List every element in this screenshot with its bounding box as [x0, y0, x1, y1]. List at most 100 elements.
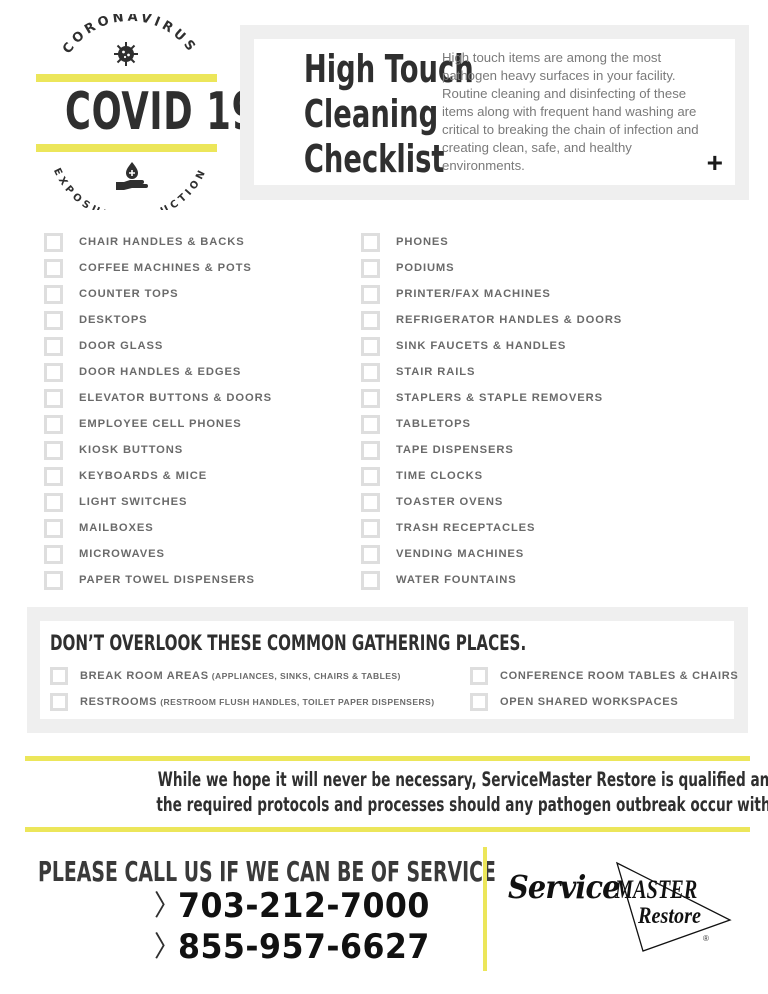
checkbox[interactable] [50, 693, 68, 711]
checkbox[interactable] [361, 440, 380, 460]
checklist-item[interactable]: COUNTER TOPS [44, 281, 272, 307]
checklist-item[interactable]: DESKTOPS [44, 307, 272, 333]
checkbox[interactable] [361, 466, 380, 486]
checklist-item[interactable]: TOASTER OVENS [361, 489, 622, 515]
checklist-item[interactable]: PHONES [361, 229, 622, 255]
gathering-place-item[interactable]: OPEN SHARED WORKSPACES [470, 689, 738, 715]
checklist-item[interactable]: STAIR RAILS [361, 359, 622, 385]
checkbox[interactable] [44, 414, 63, 434]
page-title: High Touch Cleaning Checklist [304, 47, 474, 182]
checkbox[interactable] [50, 667, 68, 685]
checklist-item[interactable]: MICROWAVES [44, 541, 272, 567]
checkbox[interactable] [470, 667, 488, 685]
checklist-item-label: TAPE DISPENSERS [396, 444, 514, 456]
checklist-item-label: COUNTER TOPS [79, 288, 179, 300]
chevron-right-icon: 〉 [154, 930, 181, 964]
checklist-item[interactable]: DOOR HANDLES & EDGES [44, 359, 272, 385]
call-us-heading: PLEASE CALL US IF WE CAN BE OF SERVICE [38, 855, 496, 888]
checkbox[interactable] [44, 284, 63, 304]
checklist-item[interactable]: KIOSK BUTTONS [44, 437, 272, 463]
gathering-place-item[interactable]: RESTROOMS (RESTROOM FLUSH HANDLES, TOILET… [50, 689, 434, 715]
checklist-item[interactable]: LIGHT SWITCHES [44, 489, 272, 515]
disclaimer-line: the required protocols and processes sho… [156, 793, 768, 816]
checklist-item-label: TABLETOPS [396, 418, 471, 430]
checkbox[interactable] [361, 518, 380, 538]
checklist-item[interactable]: MAILBOXES [44, 515, 272, 541]
checkbox[interactable] [361, 362, 380, 382]
gathering-places-inner: DON’T OVERLOOK THESE COMMON GATHERING PL… [40, 621, 738, 719]
checklist-item[interactable]: ELEVATOR BUTTONS & DOORS [44, 385, 272, 411]
checkbox[interactable] [361, 258, 380, 278]
checklist-item-label: PODIUMS [396, 262, 455, 274]
checkbox[interactable] [361, 336, 380, 356]
checkbox[interactable] [44, 336, 63, 356]
checkbox[interactable] [44, 310, 63, 330]
checklist-item[interactable]: SINK FAUCETS & HANDLES [361, 333, 622, 359]
checklist-item[interactable]: CHAIR HANDLES & BACKS [44, 229, 272, 255]
checklist-item[interactable]: PODIUMS [361, 255, 622, 281]
checklist-item[interactable]: COFFEE MACHINES & POTS [44, 255, 272, 281]
yellow-vertical-divider [483, 847, 487, 971]
disclaimer-line: While we hope it will never be necessary… [157, 768, 768, 791]
servicemaster-restore-logo: Service MASTER Restore ® [505, 858, 745, 958]
checklist-item-label: EMPLOYEE CELL PHONES [79, 418, 242, 430]
gathering-place-item[interactable]: CONFERENCE ROOM TABLES & CHAIRS [470, 663, 738, 689]
checklist-item[interactable]: PAPER TOWEL DISPENSERS [44, 567, 272, 593]
intro-description: High touch items are among the most path… [442, 50, 699, 173]
checkbox[interactable] [361, 232, 380, 252]
checklist-item[interactable]: REFRIGERATOR HANDLES & DOORS [361, 307, 622, 333]
checklist-item[interactable]: TAPE DISPENSERS [361, 437, 622, 463]
checkbox[interactable] [361, 492, 380, 512]
checklist-item[interactable]: TIME CLOCKS [361, 463, 622, 489]
checkbox[interactable] [361, 544, 380, 564]
checklist-item-label: STAPLERS & STAPLE REMOVERS [396, 392, 603, 404]
checkbox[interactable] [44, 466, 63, 486]
checklist-item-label: TIME CLOCKS [396, 470, 483, 482]
checklist-item-label: MAILBOXES [79, 522, 154, 534]
checkbox[interactable] [44, 388, 63, 408]
intro-card: High Touch Cleaning Checklist High touch… [240, 25, 749, 200]
phone-row[interactable]: 〉 703-212-7000 [154, 886, 449, 926]
gathering-places-card: DON’T OVERLOOK THESE COMMON GATHERING PL… [27, 607, 748, 733]
phone-row[interactable]: 〉 855-957-6627 [154, 927, 449, 967]
checklist-item-label: CHAIR HANDLES & BACKS [79, 236, 245, 248]
checkbox[interactable] [44, 544, 63, 564]
checklist-item-label: TOASTER OVENS [396, 496, 504, 508]
checklist-item[interactable]: DOOR GLASS [44, 333, 272, 359]
checklist-left-column: CHAIR HANDLES & BACKS COFFEE MACHINES & P… [44, 229, 272, 593]
checkbox[interactable] [44, 362, 63, 382]
phone-number-link[interactable]: 855-957-6627 [178, 927, 430, 967]
checkbox[interactable] [44, 518, 63, 538]
checklist-item-label: VENDING MACHINES [396, 548, 525, 560]
checklist-item[interactable]: KEYBOARDS & MICE [44, 463, 272, 489]
checklist-item[interactable]: PRINTER/FAX MACHINES [361, 281, 622, 307]
checklist-item[interactable]: VENDING MACHINES [361, 541, 622, 567]
checkbox[interactable] [44, 258, 63, 278]
checklist-item[interactable]: EMPLOYEE CELL PHONES [44, 411, 272, 437]
checkbox[interactable] [361, 570, 380, 590]
checkbox[interactable] [44, 570, 63, 590]
gathering-place-name: OPEN SHARED WORKSPACES [500, 696, 679, 708]
registered-mark: ® [703, 934, 709, 943]
checkbox[interactable] [44, 492, 63, 512]
checkbox[interactable] [361, 310, 380, 330]
virus-icon [114, 42, 138, 66]
checkbox[interactable] [361, 414, 380, 434]
checkbox[interactable] [44, 232, 63, 252]
gathering-place-note: (APPLIANCES, SINKS, CHAIRS & TABLES) [211, 671, 401, 681]
gathering-place-item[interactable]: BREAK ROOM AREAS (APPLIANCES, SINKS, CHAI… [50, 663, 434, 689]
phone-number-link[interactable]: 703-212-7000 [178, 886, 430, 926]
checkbox[interactable] [44, 440, 63, 460]
checklist-item[interactable]: TABLETOPS [361, 411, 622, 437]
checklist-item-label: PHONES [396, 236, 449, 248]
checklist-item[interactable]: TRASH RECEPTACLES [361, 515, 622, 541]
checkbox[interactable] [470, 693, 488, 711]
plus-icon: + [706, 147, 723, 178]
checkbox[interactable] [361, 388, 380, 408]
checklist-item-label: LIGHT SWITCHES [79, 496, 188, 508]
checklist-item-label: REFRIGERATOR HANDLES & DOORS [396, 314, 623, 326]
checklist-item[interactable]: WATER FOUNTAINS [361, 567, 622, 593]
checkbox[interactable] [361, 284, 380, 304]
checklist-item[interactable]: STAPLERS & STAPLE REMOVERS [361, 385, 622, 411]
checklist-item-label: TRASH RECEPTACLES [396, 522, 536, 534]
